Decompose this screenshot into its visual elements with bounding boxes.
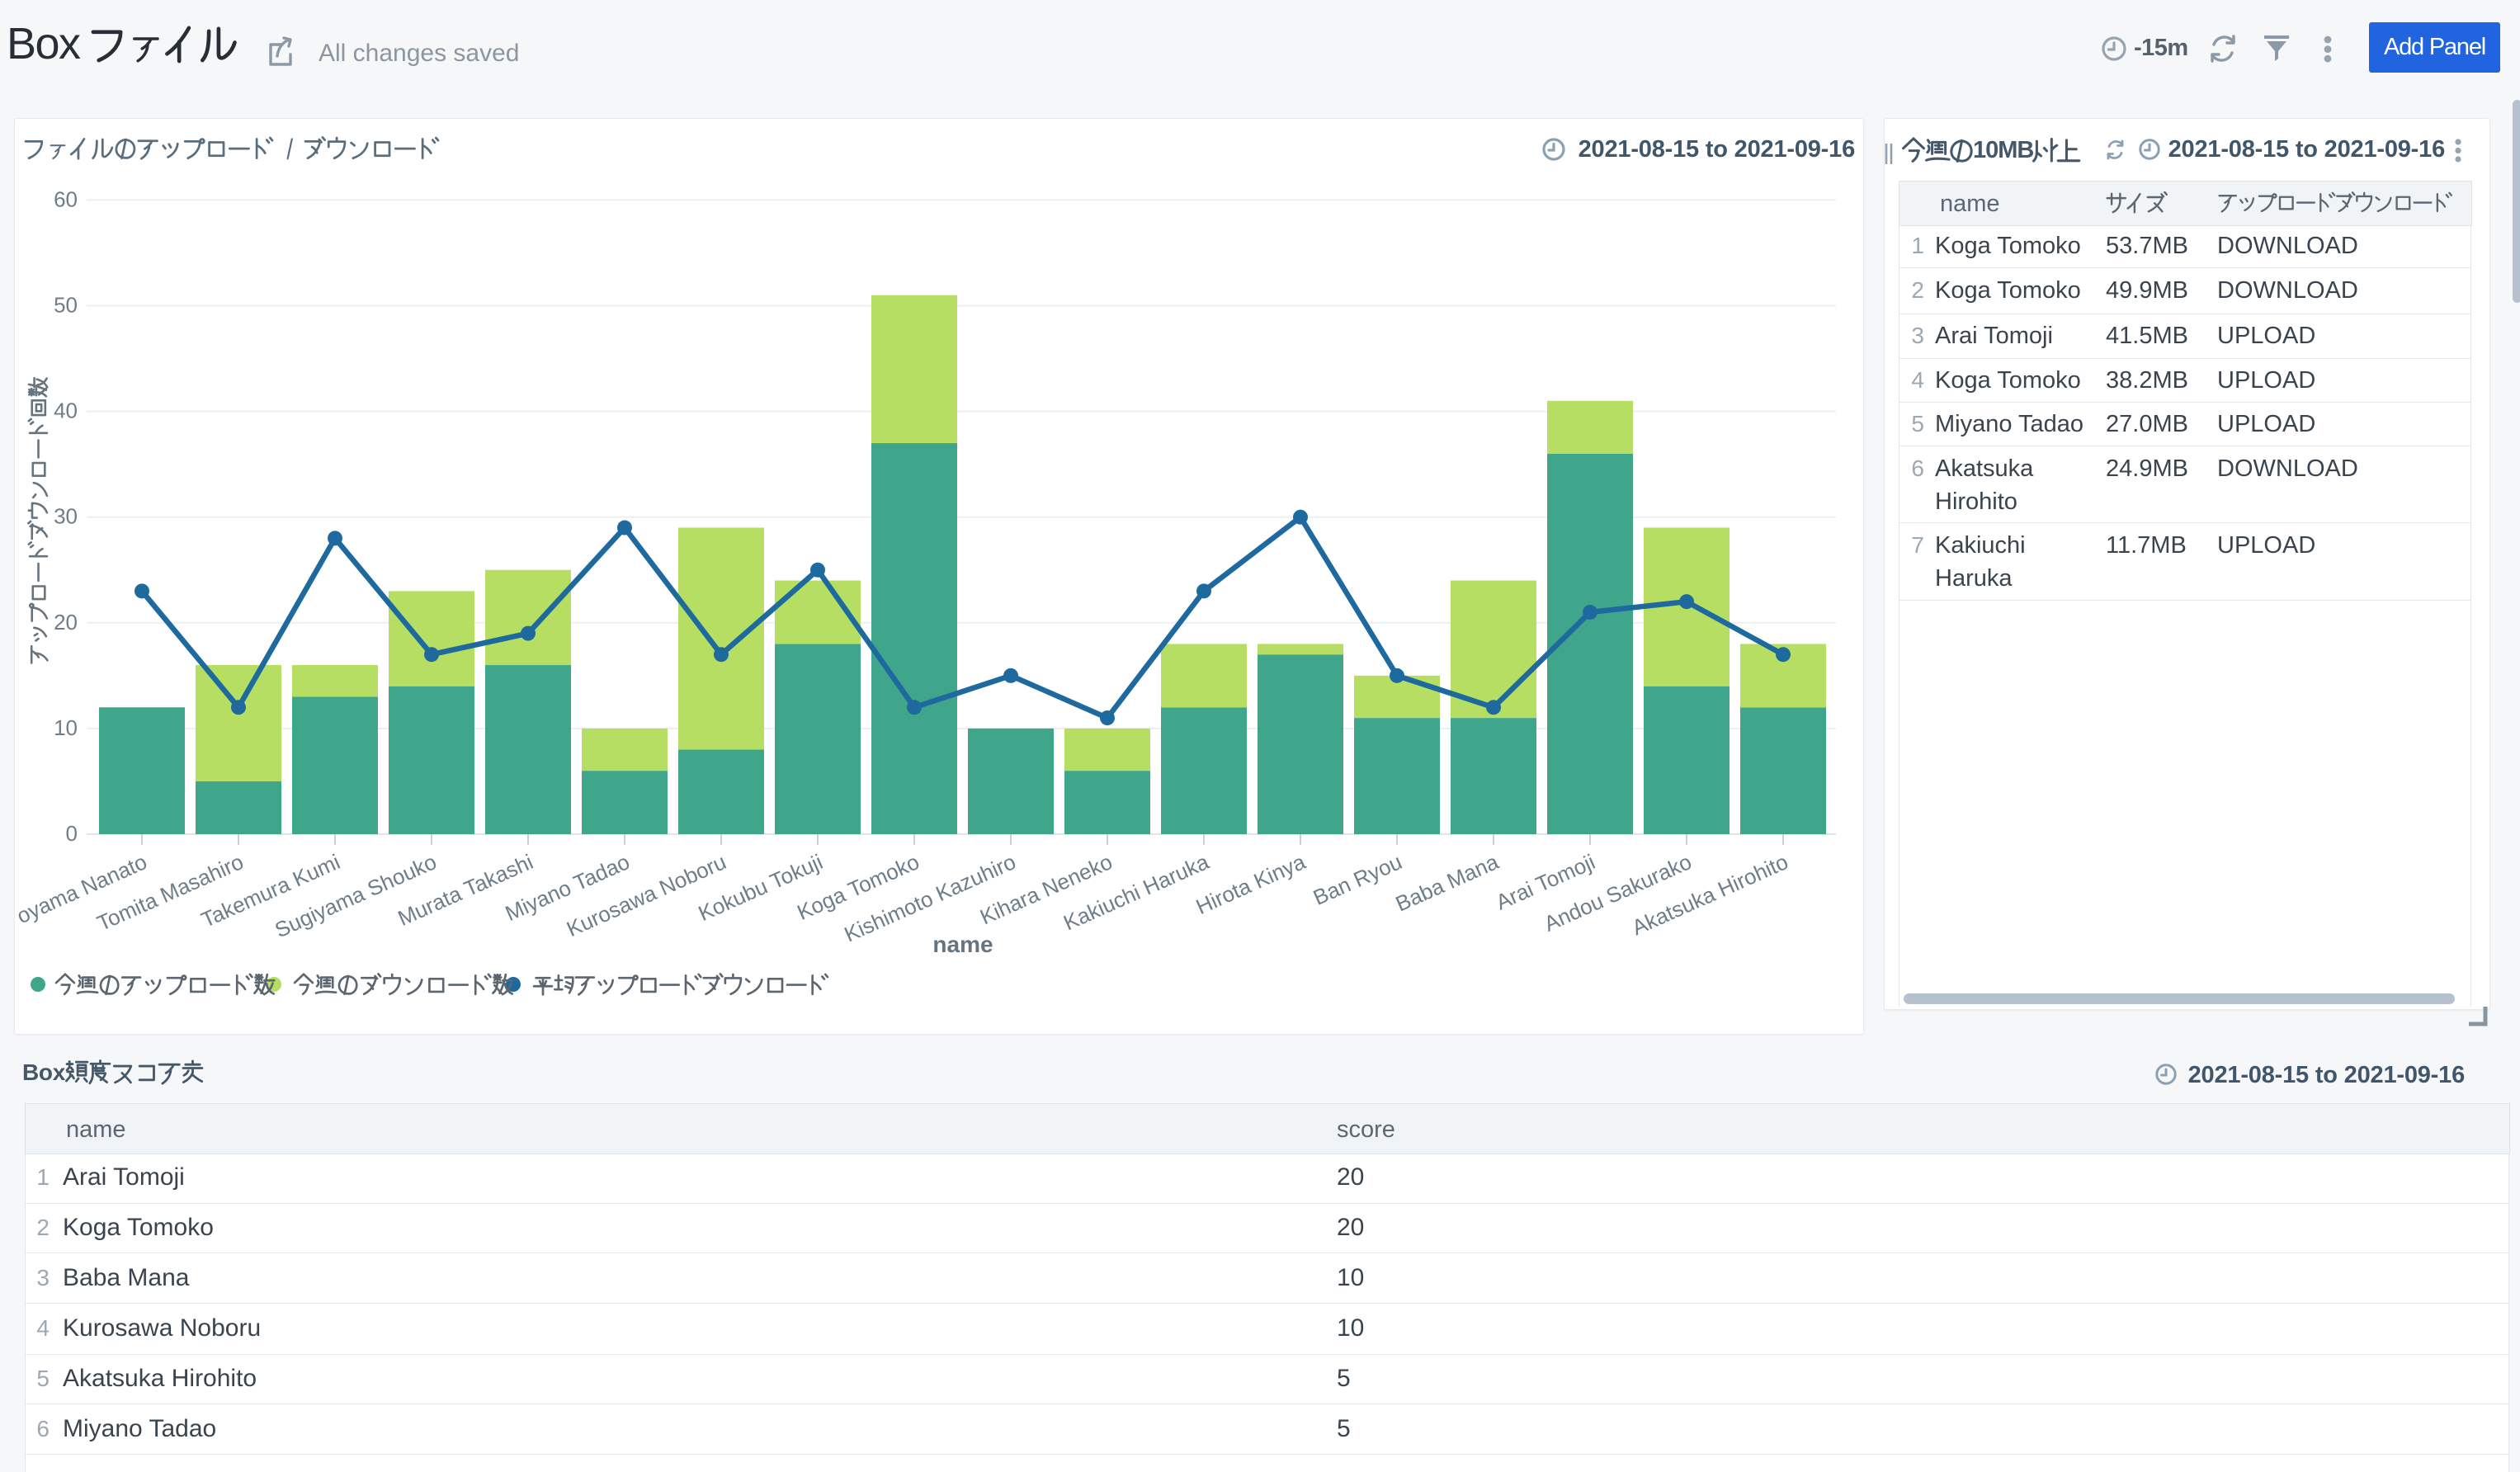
svg-text:Sugiyama Shouko: Sugiyama Shouko [271,849,440,942]
svg-text:20: 20 [54,610,78,635]
svg-text:0: 0 [66,821,78,846]
svg-text:Hirota Kinya: Hirota Kinya [1192,849,1310,919]
svg-text:Ban Ryou: Ban Ryou [1310,849,1406,910]
svg-text:name: name [932,932,993,957]
svg-text:30: 30 [54,504,78,529]
svg-text:60: 60 [54,186,78,211]
svg-text:40: 40 [54,399,78,423]
svg-text:50: 50 [54,293,78,318]
svg-text:10: 10 [54,715,78,740]
svg-text:Kurosawa Noboru: Kurosawa Noboru [563,849,729,941]
svg-text:Baba Mana: Baba Mana [1392,849,1503,917]
